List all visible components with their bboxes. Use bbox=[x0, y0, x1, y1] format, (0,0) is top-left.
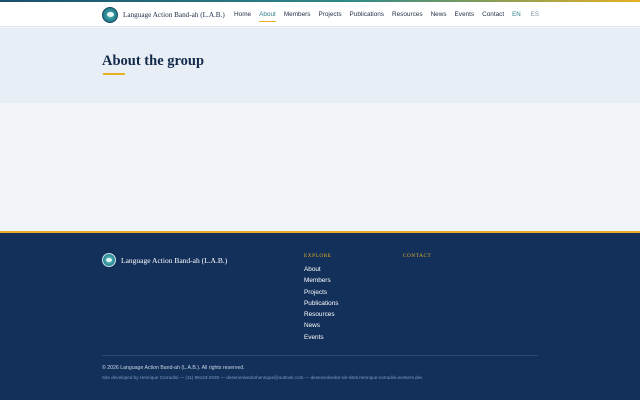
footer-explore-column: Explore About Members Projects Publicati… bbox=[304, 253, 338, 343]
footer-copyright: © 2026 Language Action Band-ah (L.A.B.).… bbox=[102, 365, 245, 371]
site-header: Language Action Band-ah (L.A.B.) Home Ab… bbox=[0, 2, 640, 27]
footer-link-projects[interactable]: Projects bbox=[304, 287, 338, 298]
footer-link-members[interactable]: Members bbox=[304, 275, 338, 286]
main-nav: Home About Members Projects Publications… bbox=[226, 2, 539, 27]
language-es-button[interactable]: ES bbox=[531, 11, 539, 18]
nav-contact[interactable]: Contact bbox=[482, 9, 504, 20]
nav-projects[interactable]: Projects bbox=[318, 9, 341, 20]
nav-publications[interactable]: Publications bbox=[350, 9, 384, 20]
footer-link-news[interactable]: News bbox=[304, 320, 338, 331]
footer-contact-heading: Contact bbox=[403, 253, 432, 259]
page-title: About the group bbox=[102, 53, 205, 69]
language-en-button[interactable]: EN bbox=[512, 11, 521, 18]
footer-brand[interactable]: Language Action Band-ah (L.A.B.) bbox=[102, 253, 227, 267]
nav-events[interactable]: Events bbox=[455, 9, 475, 20]
brand-link[interactable]: Language Action Band-ah (L.A.B.) bbox=[102, 6, 225, 23]
footer-link-publications[interactable]: Publications bbox=[304, 298, 338, 309]
site-footer: Language Action Band-ah (L.A.B.) Explore… bbox=[0, 231, 640, 400]
footer-explore-heading: Explore bbox=[304, 253, 332, 259]
footer-link-events[interactable]: Events bbox=[304, 332, 338, 343]
footer-brand-name: Language Action Band-ah (L.A.B.) bbox=[121, 255, 228, 265]
footer-link-resources[interactable]: Resources bbox=[304, 309, 338, 320]
nav-home[interactable]: Home bbox=[234, 9, 251, 20]
nav-news[interactable]: News bbox=[431, 9, 447, 20]
footer-developer-credit[interactable]: Site developed by Henrique Corradini — (… bbox=[102, 375, 422, 380]
footer-contact-column: Contact bbox=[403, 253, 431, 259]
page-hero: About the group bbox=[0, 28, 640, 103]
nav-members[interactable]: Members bbox=[284, 9, 311, 20]
brand-name: Language Action Band-ah (L.A.B.) bbox=[123, 10, 225, 19]
nav-resources[interactable]: Resources bbox=[392, 9, 423, 20]
footer-divider bbox=[102, 355, 538, 356]
footer-logo-icon bbox=[102, 253, 116, 267]
nav-about[interactable]: About bbox=[259, 9, 276, 22]
group-logo-icon bbox=[102, 6, 118, 23]
footer-link-about[interactable]: About bbox=[304, 264, 338, 275]
title-underline bbox=[103, 73, 125, 75]
